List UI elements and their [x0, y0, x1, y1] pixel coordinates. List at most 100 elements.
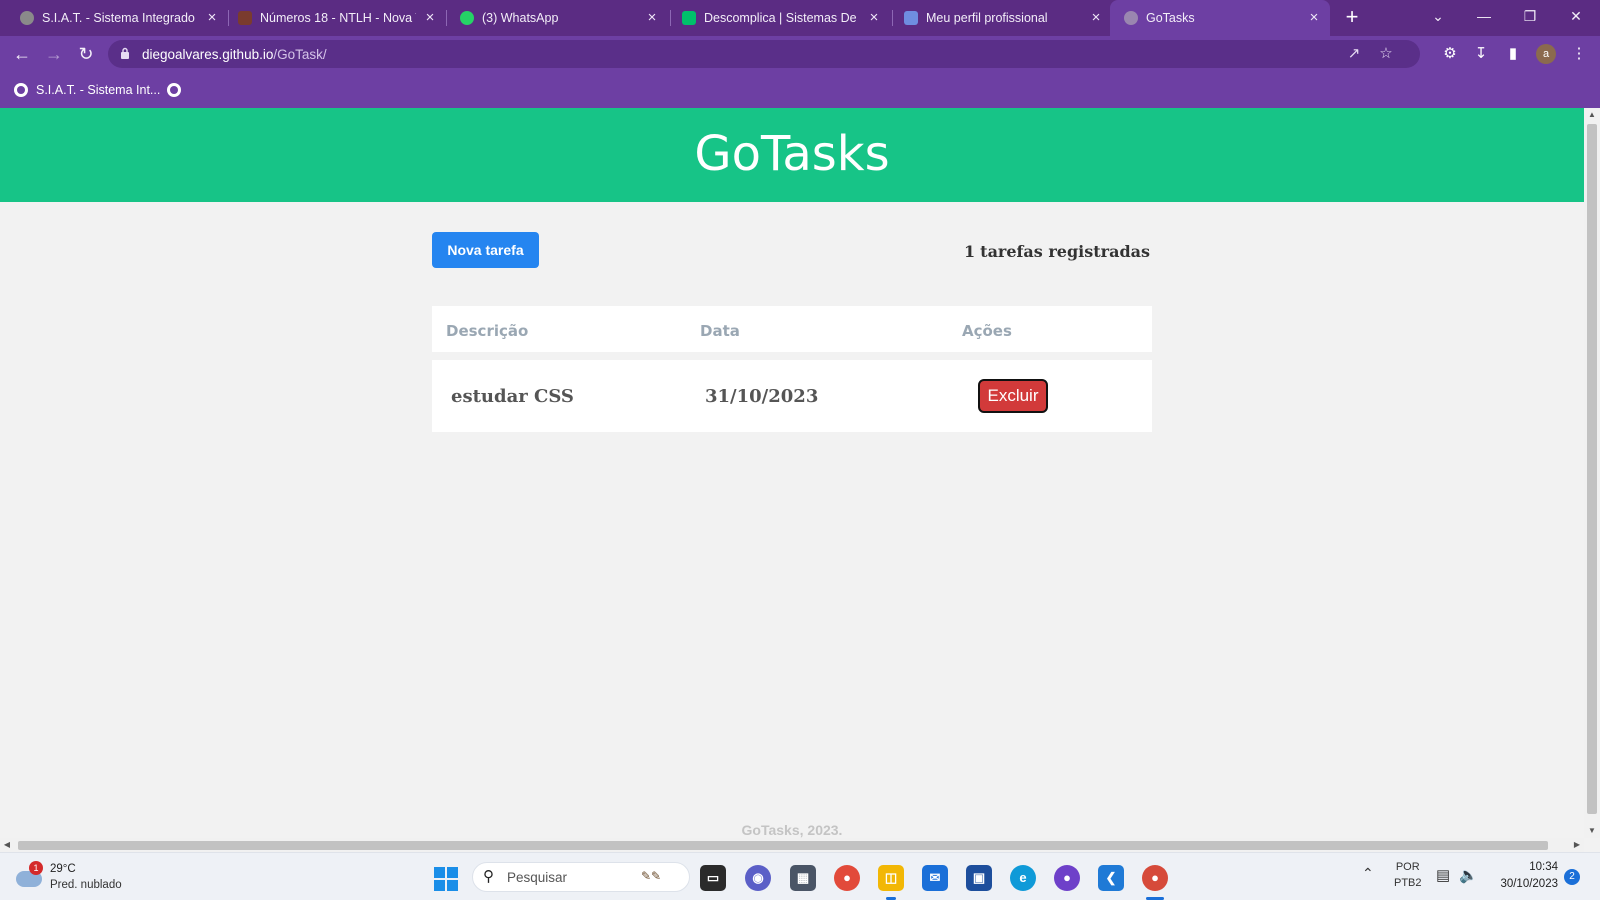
url-path: /GoTask/ [273, 47, 327, 62]
download-icon[interactable]: ↧ [1471, 44, 1491, 64]
close-tab-icon[interactable]: × [1306, 10, 1322, 26]
teams-app-icon[interactable]: ◉ [745, 865, 771, 891]
lock-icon [121, 47, 129, 59]
tab-title: GoTasks [1146, 11, 1195, 25]
scroll-left-arrow-icon[interactable]: ◀ [0, 838, 14, 852]
globe-favicon-icon [20, 11, 34, 25]
weather-alert-badge: 1 [29, 861, 43, 875]
volume-icon[interactable]: 🔈 [1459, 866, 1478, 884]
scroll-down-arrow-icon[interactable]: ▼ [1584, 824, 1600, 838]
tab-descomplica[interactable]: Descomplica | Sistemas De In × [682, 0, 882, 36]
close-tab-icon[interactable]: × [644, 10, 660, 26]
chrome-app-icon[interactable]: ● [834, 865, 860, 891]
mail-app-icon[interactable]: ✉ [922, 865, 948, 891]
page-footer: GoTasks, 2023. [741, 822, 843, 838]
whatsapp-favicon-icon [460, 11, 474, 25]
language-line-1: POR [1395, 861, 1420, 873]
close-tab-icon[interactable]: × [422, 10, 438, 26]
windows-taskbar: 1 29°C Pred. nublado ⚲ Pesquisar ✎✎ ▭ ◉ … [0, 852, 1600, 900]
document-favicon-icon [904, 11, 918, 25]
tab-title: Meu perfil profissional [926, 11, 1048, 25]
close-window-button[interactable]: ✕ [1562, 4, 1590, 28]
weather-widget[interactable]: 1 29°C Pred. nublado [16, 861, 146, 895]
table-row: estudar CSS 31/10/2023 Excluir [432, 360, 1152, 432]
globe-icon [14, 83, 28, 97]
address-bar[interactable]: diegoalvares.github.io/GoTask/ ↗ ☆ [108, 40, 1420, 68]
clock-date: 30/10/2023 [1500, 878, 1558, 890]
horizontal-scrollbar[interactable]: ◀ ▶ [0, 838, 1584, 852]
tab-whatsapp[interactable]: (3) WhatsApp × [460, 0, 660, 36]
bookmark-label: S.I.A.T. - Sistema Int... [36, 83, 161, 97]
vertical-scrollbar[interactable]: ▲ ▼ [1584, 108, 1600, 838]
close-tab-icon[interactable]: × [204, 10, 220, 26]
tab-title: (3) WhatsApp [482, 11, 559, 25]
search-highlight-icon: ✎✎ [641, 869, 662, 883]
restore-button[interactable]: ❐ [1516, 4, 1544, 28]
back-arrow-icon[interactable]: ← [10, 42, 34, 66]
language-line-2: PTB2 [1394, 877, 1422, 889]
windows-start-icon[interactable] [434, 867, 458, 891]
site-header: GoTasks [0, 108, 1584, 202]
task-count-number: 1 [964, 242, 976, 261]
tab-numeros[interactable]: Números 18 - NTLH - Nova T × [238, 0, 438, 36]
tab-title: Descomplica | Sistemas De In [704, 11, 860, 25]
delete-task-button[interactable]: Excluir [978, 379, 1048, 413]
tab-title: Números 18 - NTLH - Nova T [260, 11, 416, 25]
share-icon[interactable]: ↗ [1344, 44, 1364, 64]
task-date: 31/10/2023 [705, 386, 819, 407]
search-placeholder: Pesquisar [507, 870, 568, 885]
task-description: estudar CSS [451, 386, 574, 407]
network-icon[interactable]: ▤ [1436, 866, 1450, 884]
github-app-icon[interactable]: ● [1054, 865, 1080, 891]
globe-icon [167, 83, 181, 97]
page-viewport: GoTasks Nova tarefa 1 tarefas registradas… [0, 108, 1584, 838]
vertical-scroll-thumb[interactable] [1587, 124, 1597, 814]
language-indicator[interactable]: POR PTB2 [1394, 859, 1422, 891]
chrome-profile-app-icon[interactable]: ● [1142, 865, 1168, 891]
reload-icon[interactable]: ↻ [74, 42, 98, 66]
descomplica-favicon-icon [682, 11, 696, 25]
taskbar-search-box[interactable]: ⚲ Pesquisar ✎✎ [472, 862, 690, 892]
bookmark-star-icon[interactable]: ☆ [1376, 44, 1396, 64]
calculator-app-icon[interactable]: ▦ [790, 865, 816, 891]
clock-time: 10:34 [1529, 861, 1558, 873]
scroll-right-arrow-icon[interactable]: ▶ [1570, 838, 1584, 852]
forward-arrow-icon[interactable]: → [42, 42, 66, 66]
horizontal-scroll-thumb[interactable] [18, 841, 1548, 850]
terminal-app-icon[interactable]: ▭ [700, 865, 726, 891]
close-tab-icon[interactable]: × [1088, 10, 1104, 26]
tab-separator [446, 10, 447, 26]
column-header-actions: Ações [962, 322, 1012, 340]
tab-search-chevron-icon[interactable]: ⌄ [1424, 4, 1452, 28]
bookmarks-bar: S.I.A.T. - Sistema Int... [0, 72, 1600, 108]
book-favicon-icon [238, 11, 252, 25]
tab-siat[interactable]: S.I.A.T. - Sistema Integrado de × [20, 0, 220, 36]
store-app-icon[interactable]: ▣ [966, 865, 992, 891]
show-hidden-icons-chevron-icon[interactable]: ⌃ [1362, 865, 1374, 882]
vscode-app-icon[interactable]: ❮ [1098, 865, 1124, 891]
tab-perfil[interactable]: Meu perfil profissional × [904, 0, 1104, 36]
task-count-label: tarefas registradas [980, 242, 1150, 261]
edge-app-icon[interactable]: e [1010, 865, 1036, 891]
table-header: Descrição Data Ações [432, 306, 1152, 352]
notification-count-badge[interactable]: 2 [1564, 869, 1580, 885]
tab-separator [228, 10, 229, 26]
new-tab-button[interactable]: + [1340, 6, 1364, 30]
tab-gotasks[interactable]: GoTasks × [1110, 0, 1330, 36]
extensions-puzzle-icon[interactable]: ⚙ [1440, 44, 1460, 64]
close-tab-icon[interactable]: × [866, 10, 882, 26]
side-panel-icon[interactable]: ▮ [1503, 44, 1523, 64]
file-explorer-icon[interactable]: ◫ [878, 865, 904, 891]
new-task-button[interactable]: Nova tarefa [432, 232, 539, 268]
column-header-description: Descrição [446, 322, 529, 340]
browser-toolbar: ← → ↻ diegoalvares.github.io/GoTask/ ↗ ☆… [0, 36, 1600, 72]
tab-strip: S.I.A.T. - Sistema Integrado de × Número… [0, 0, 1600, 36]
profile-avatar[interactable]: a [1536, 44, 1556, 64]
system-clock[interactable]: 10:34 30/10/2023 [1482, 859, 1558, 893]
bookmark-siat[interactable]: S.I.A.T. - Sistema Int... [14, 81, 160, 99]
url-text: diegoalvares.github.io/GoTask/ [142, 47, 327, 62]
scroll-up-arrow-icon[interactable]: ▲ [1584, 108, 1600, 122]
menu-kebab-icon[interactable]: ⋮ [1569, 44, 1589, 64]
minimize-button[interactable]: — [1470, 4, 1498, 28]
bookmark-globe[interactable] [167, 81, 189, 99]
